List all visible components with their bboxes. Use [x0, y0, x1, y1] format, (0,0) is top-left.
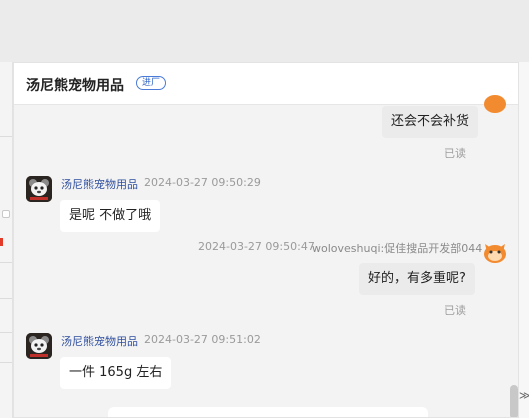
- chat-window: 汤尼熊宠物用品 进厂 还会不会补货 已读 汤尼熊宠物用品 2024-03-27 …: [13, 62, 519, 418]
- red-marker: [0, 238, 3, 246]
- sender-name[interactable]: 汤尼熊宠物用品: [61, 176, 138, 192]
- background-right-panel: [519, 62, 529, 418]
- read-status: 已读: [444, 147, 466, 160]
- message-bubble-outgoing[interactable]: 还会不会补货: [382, 106, 479, 138]
- divider: [0, 298, 12, 299]
- orange-cat-avatar-icon[interactable]: [482, 88, 508, 114]
- sender-name[interactable]: woloveshuqi:促佳搜品开发部044: [312, 240, 482, 256]
- orange-cat-avatar-icon[interactable]: [482, 240, 508, 266]
- divider: [0, 136, 12, 137]
- shop-name-title[interactable]: 汤尼熊宠物用品: [26, 75, 124, 95]
- shop-badge[interactable]: 进厂: [136, 76, 167, 90]
- sender-name[interactable]: 汤尼熊宠物用品: [61, 333, 138, 349]
- panda-avatar-icon[interactable]: [26, 333, 52, 359]
- background-top-bar: [0, 0, 529, 62]
- panda-avatar-icon[interactable]: [26, 176, 52, 202]
- checkbox-icon[interactable]: [2, 210, 10, 218]
- background-left-strip: [0, 62, 13, 418]
- divider: [0, 362, 12, 363]
- chat-header: 汤尼熊宠物用品 进厂: [14, 63, 518, 105]
- read-status: 已读: [444, 304, 466, 317]
- message-bubble-incoming[interactable]: 是呢 不做了哦: [60, 200, 161, 232]
- collapse-button[interactable]: ≫: [519, 388, 529, 404]
- scrollbar-thumb[interactable]: [510, 385, 518, 417]
- screen: 汤尼熊宠物用品 进厂 还会不会补货 已读 汤尼熊宠物用品 2024-03-27 …: [0, 0, 529, 418]
- divider: [0, 332, 12, 333]
- message-list[interactable]: 还会不会补货 已读 汤尼熊宠物用品 2024-03-27 09:50:29 是呢…: [14, 95, 518, 417]
- message-timestamp: 2024-03-27 09:50:29: [144, 176, 261, 189]
- message-timestamp: 2024-03-27 09:51:02: [144, 333, 261, 346]
- divider: [0, 262, 12, 263]
- next-message-preview: [108, 407, 428, 417]
- message-bubble-outgoing[interactable]: 好的，有多重呢?: [359, 263, 475, 295]
- message-bubble-incoming[interactable]: 一件 165g 左右: [60, 357, 172, 389]
- message-timestamp: 2024-03-27 09:50:47: [198, 240, 315, 253]
